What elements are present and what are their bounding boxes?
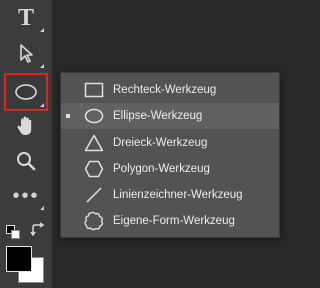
type-tool-button[interactable]: T: [6, 2, 46, 34]
submenu-indicator-icon: [40, 103, 44, 107]
menu-item-label: Polygon-Werkzeug: [113, 163, 210, 175]
menu-item-polygon-tool[interactable]: Polygon-Werkzeug: [61, 156, 279, 182]
ellipsis-icon: •••: [12, 185, 40, 207]
more-tools-button[interactable]: •••: [6, 180, 46, 212]
menu-item-ellipse-tool[interactable]: Ellipse-Werkzeug: [61, 103, 279, 129]
hexagon-icon: [83, 159, 105, 179]
menu-item-label: Ellipse-Werkzeug: [113, 110, 203, 122]
shape-tools-flyout-menu: Rechteck-Werkzeug Ellipse-Werkzeug Dreie…: [60, 72, 280, 238]
menu-item-label: Linienzeichner-Werkzeug: [113, 189, 243, 201]
hand-tool-button[interactable]: [6, 110, 46, 142]
type-icon: T: [17, 4, 34, 31]
rectangle-icon: [83, 80, 105, 100]
menu-item-custom-shape-tool[interactable]: Eigene-Form-Werkzeug: [61, 208, 279, 234]
zoom-tool-button[interactable]: [6, 145, 46, 177]
menu-item-line-tool[interactable]: Linienzeichner-Werkzeug: [61, 182, 279, 208]
ellipse-icon: [15, 84, 37, 100]
submenu-indicator-icon: [40, 206, 44, 210]
menu-item-label: Rechteck-Werkzeug: [113, 84, 217, 96]
tools-panel: T •••: [0, 0, 53, 288]
menu-item-label: Dreieck-Werkzeug: [113, 137, 208, 149]
hand-icon: [17, 116, 32, 135]
menu-item-rectangle-tool[interactable]: Rechteck-Werkzeug: [61, 77, 279, 103]
ellipse-tool-button[interactable]: [4, 73, 48, 111]
arrow-cursor-icon: [20, 44, 33, 63]
submenu-indicator-icon: [40, 64, 44, 68]
swap-colors-icon[interactable]: [30, 222, 46, 238]
selected-indicator: [66, 114, 70, 118]
menu-item-triangle-tool[interactable]: Dreieck-Werkzeug: [61, 130, 279, 156]
line-icon: [83, 185, 105, 205]
submenu-indicator-icon: [40, 28, 44, 32]
triangle-icon: [83, 133, 105, 153]
default-colors-icon[interactable]: [6, 225, 20, 239]
magnifier-icon: [17, 152, 36, 171]
ellipse-icon: [83, 106, 105, 126]
path-selection-tool-button[interactable]: [6, 38, 46, 70]
menu-item-label: Eigene-Form-Werkzeug: [113, 215, 235, 227]
foreground-color-swatch[interactable]: [6, 246, 32, 272]
custom-shape-icon: [83, 211, 105, 231]
